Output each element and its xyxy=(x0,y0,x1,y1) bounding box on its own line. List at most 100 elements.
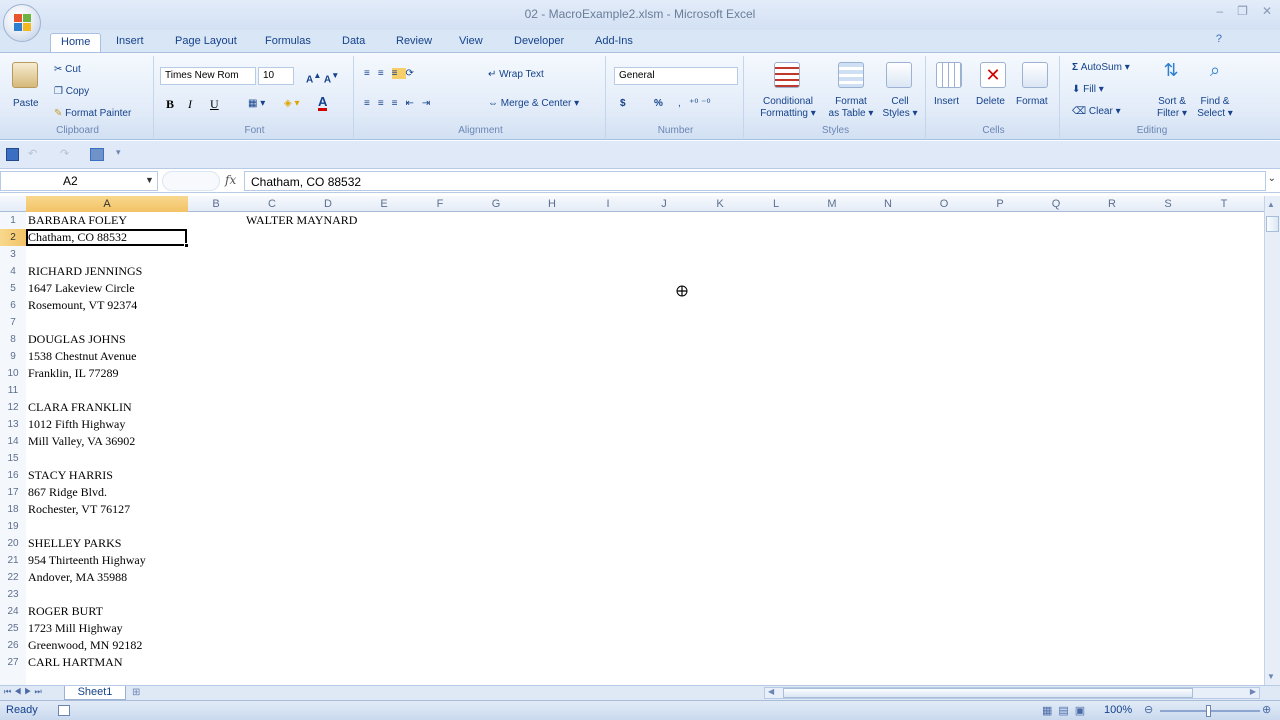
row-header-10[interactable]: 10 xyxy=(0,365,26,382)
row-header-25[interactable]: 25 xyxy=(0,620,26,637)
tab-data[interactable]: Data xyxy=(332,33,375,52)
zoom-in-icon[interactable]: ⊕ xyxy=(1262,703,1271,716)
row-header-22[interactable]: 22 xyxy=(0,569,26,586)
column-header-k[interactable]: K xyxy=(692,196,748,212)
name-box[interactable]: A2 xyxy=(0,171,158,191)
row-header-8[interactable]: 8 xyxy=(0,331,26,348)
zoom-slider-thumb[interactable] xyxy=(1206,705,1211,717)
cell-a6[interactable]: Rosemount, VT 92374 xyxy=(28,297,137,314)
column-header-t[interactable]: T xyxy=(1196,196,1252,212)
row-header-6[interactable]: 6 xyxy=(0,297,26,314)
column-header-i[interactable]: I xyxy=(580,196,636,212)
sheet-tab-sheet1[interactable]: Sheet1 xyxy=(64,686,126,700)
italic-button[interactable]: I xyxy=(188,98,192,110)
column-header-r[interactable]: R xyxy=(1084,196,1140,212)
cell-a27[interactable]: CARL HARTMAN xyxy=(28,654,123,671)
fill-handle[interactable] xyxy=(184,243,189,248)
column-header-j[interactable]: J xyxy=(636,196,692,212)
merge-center-button[interactable]: ⇔ Merge & Center ▾ xyxy=(488,98,579,110)
function-icon[interactable]: fx xyxy=(225,173,236,187)
number-format-select[interactable]: General xyxy=(614,67,738,85)
row-header-24[interactable]: 24 xyxy=(0,603,26,620)
wrap-text-button[interactable]: ↵ Wrap Text xyxy=(488,69,544,81)
column-header-c[interactable]: C xyxy=(244,196,300,212)
percent-button[interactable]: % xyxy=(654,98,663,110)
row-header-9[interactable]: 9 xyxy=(0,348,26,365)
scroll-down-icon[interactable]: ▼ xyxy=(1267,672,1275,681)
copy-button[interactable]: ❐ Copy xyxy=(54,86,89,98)
format-painter-button[interactable]: ✎ Format Painter xyxy=(54,108,131,120)
tab-review[interactable]: Review xyxy=(386,33,442,52)
row-header-21[interactable]: 21 xyxy=(0,552,26,569)
row-header-7[interactable]: 7 xyxy=(0,314,26,331)
paste-button[interactable]: Paste xyxy=(13,98,39,110)
column-header-n[interactable]: N xyxy=(860,196,916,212)
horizontal-scroll-thumb[interactable] xyxy=(783,688,1193,698)
column-header-h[interactable]: H xyxy=(524,196,580,212)
maximize-button[interactable]: ❐ xyxy=(1237,4,1248,18)
clear-button[interactable]: ⌫ Clear ▾ xyxy=(1072,106,1121,118)
horizontal-align-icons[interactable]: ≡≡≡⇤⇥ xyxy=(364,98,438,110)
row-header-11[interactable]: 11 xyxy=(0,382,26,399)
row-header-1[interactable]: 1 xyxy=(0,212,26,229)
font-size-select[interactable]: 10 xyxy=(258,67,294,85)
row-header-17[interactable]: 17 xyxy=(0,484,26,501)
row-header-14[interactable]: 14 xyxy=(0,433,26,450)
row-header-26[interactable]: 26 xyxy=(0,637,26,654)
comma-icon[interactable]: , ⁺⁰ ⁻⁰ xyxy=(678,98,710,110)
expand-formula-icon[interactable]: ⌄ xyxy=(1268,173,1276,184)
cell-a2[interactable]: Chatham, CO 88532 xyxy=(28,229,127,246)
row-header-16[interactable]: 16 xyxy=(0,467,26,484)
column-header-m[interactable]: M xyxy=(804,196,860,212)
row-header-5[interactable]: 5 xyxy=(0,280,26,297)
row-header-13[interactable]: 13 xyxy=(0,416,26,433)
row-header-15[interactable]: 15 xyxy=(0,450,26,467)
tab-view[interactable]: View xyxy=(449,33,493,52)
cell-a4[interactable]: RICHARD JENNINGS xyxy=(28,263,142,280)
autosum-button[interactable]: Σ AutoSum ▾ xyxy=(1072,62,1130,74)
zoom-level[interactable]: 100% xyxy=(1104,704,1132,716)
cell-a12[interactable]: CLARA FRANKLIN xyxy=(28,399,132,416)
cell-a10[interactable]: Franklin, IL 77289 xyxy=(28,365,119,382)
name-box-dropdown-icon[interactable]: ▼ xyxy=(145,175,154,185)
column-header-b[interactable]: B xyxy=(188,196,244,212)
tab-insert[interactable]: Insert xyxy=(106,33,154,52)
cell-a8[interactable]: DOUGLAS JOHNS xyxy=(28,331,126,348)
grow-font-icon[interactable]: A▲ A▼ xyxy=(306,69,339,86)
row-header-23[interactable]: 23 xyxy=(0,586,26,603)
underline-button[interactable]: U xyxy=(210,98,219,110)
currency-button[interactable]: $ xyxy=(620,98,626,110)
cell-a16[interactable]: STACY HARRIS xyxy=(28,467,113,484)
tab-page-layout[interactable]: Page Layout xyxy=(165,33,247,52)
cell-a14[interactable]: Mill Valley, VA 36902 xyxy=(28,433,135,450)
cell-a26[interactable]: Greenwood, MN 92182 xyxy=(28,637,142,654)
column-header-o[interactable]: O xyxy=(916,196,972,212)
column-header-q[interactable]: Q xyxy=(1028,196,1084,212)
row-header-19[interactable]: 19 xyxy=(0,518,26,535)
cell-a5[interactable]: 1647 Lakeview Circle xyxy=(28,280,135,297)
conditional-formatting-button[interactable]: Conditional Formatting ▾ xyxy=(756,96,820,120)
office-button[interactable] xyxy=(3,4,41,42)
sort-filter-button[interactable]: Sort & Filter ▾ xyxy=(1152,96,1192,120)
cell-a18[interactable]: Rochester, VT 76127 xyxy=(28,501,130,518)
cell-c1[interactable]: WALTER MAYNARD xyxy=(246,212,357,229)
cell-a9[interactable]: 1538 Chestnut Avenue xyxy=(28,348,136,365)
cell-a17[interactable]: 867 Ridge Blvd. xyxy=(28,484,107,501)
tab-developer[interactable]: Developer xyxy=(504,33,574,52)
view-buttons-icon[interactable]: ▦▤▣ xyxy=(1042,704,1091,717)
bold-button[interactable]: B xyxy=(166,98,174,110)
cut-button[interactable]: ✂ Cut xyxy=(54,64,81,76)
minimize-button[interactable]: – xyxy=(1216,4,1223,18)
font-name-select[interactable]: Times New Rom xyxy=(160,67,256,85)
row-header-3[interactable]: 3 xyxy=(0,246,26,263)
format-as-table-button[interactable]: Format as Table ▾ xyxy=(824,96,878,120)
row-header-12[interactable]: 12 xyxy=(0,399,26,416)
cell-a1[interactable]: BARBARA FOLEY xyxy=(28,212,127,229)
cell-a20[interactable]: SHELLEY PARKS xyxy=(28,535,121,552)
worksheet-grid[interactable]: BARBARA FOLEY Chatham, CO 88532 RICHARD JE… xyxy=(26,212,1264,685)
column-header-p[interactable]: P xyxy=(972,196,1028,212)
row-header-18[interactable]: 18 xyxy=(0,501,26,518)
cell-a13[interactable]: 1012 Fifth Highway xyxy=(28,416,125,433)
column-header-a[interactable]: A xyxy=(26,196,188,212)
vertical-align-icons[interactable]: ≡≡≡⟳ xyxy=(364,68,422,80)
